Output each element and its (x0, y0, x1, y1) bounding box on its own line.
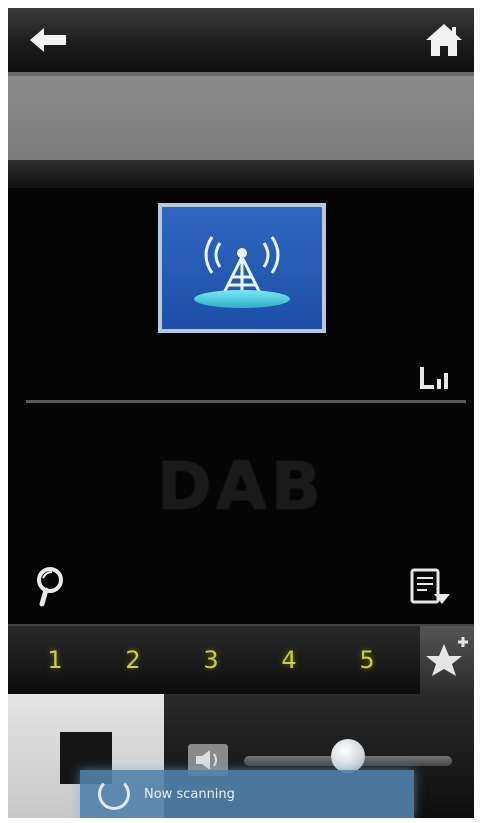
volume-slider-knob[interactable] (331, 739, 365, 773)
toast-message: Now scanning (144, 786, 235, 802)
search-button[interactable] (32, 564, 72, 608)
station-artwork (158, 203, 326, 333)
dab-radio-screen: DAB 1 2 3 4 5 Now scanning (8, 8, 474, 818)
star-add-icon (426, 637, 468, 676)
scanning-toast: Now scanning (80, 770, 414, 818)
home-icon (426, 24, 462, 56)
preset-button-4[interactable]: 4 (250, 626, 328, 694)
loading-spinner-icon (98, 778, 130, 810)
signal-strength-icon (420, 367, 448, 389)
station-name-bar (8, 72, 474, 160)
station-info-icon (410, 568, 450, 604)
preset-bar: 1 2 3 4 5 (8, 624, 474, 694)
header-separator (8, 160, 474, 188)
preset-button-3[interactable]: 3 (172, 626, 250, 694)
top-bar (8, 8, 474, 72)
display-divider (26, 400, 466, 403)
add-favorite-button[interactable] (420, 626, 474, 694)
back-button[interactable] (28, 26, 72, 54)
search-icon (37, 567, 63, 607)
preset-button-1[interactable]: 1 (16, 626, 94, 694)
signal-strength (418, 363, 454, 393)
station-info-button[interactable] (408, 568, 452, 608)
radio-tower-icon (194, 236, 290, 308)
back-arrow-icon (30, 28, 66, 52)
mode-label: DAB (156, 448, 326, 525)
home-button[interactable] (424, 22, 464, 58)
preset-button-2[interactable]: 2 (94, 626, 172, 694)
preset-button-5[interactable]: 5 (328, 626, 406, 694)
